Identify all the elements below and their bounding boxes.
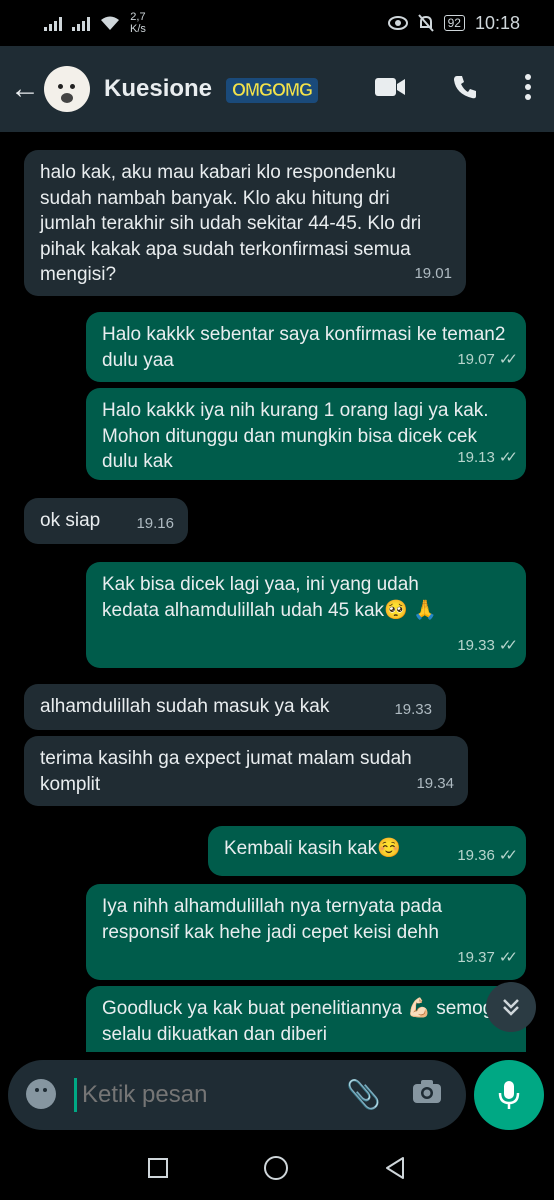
- double-check-icon: ✓✓: [498, 636, 518, 654]
- mute-bell-icon: [417, 14, 434, 32]
- speed-value: 2,7: [130, 11, 146, 23]
- message-text: Kak bisa dicek lagi yaa, ini yang udah k…: [102, 574, 437, 621]
- status-bar: 2,7 K/s 92 10:18: [0, 0, 554, 46]
- message-input[interactable]: [80, 1080, 334, 1110]
- message-time: 19.36 ✓✓: [457, 846, 518, 864]
- message-outgoing[interactable]: Goodluck ya kak buat penelitiannya 💪🏻 se…: [86, 986, 526, 1052]
- phone-icon[interactable]: [452, 74, 478, 100]
- message-incoming[interactable]: terima kasihh ga expect jumat malam suda…: [24, 736, 468, 806]
- message-time: 19.33 ✓✓: [457, 636, 518, 654]
- message-text: ok siap: [40, 510, 101, 531]
- message-text: Iya nihh alhamdulillah nya ternyata pada…: [102, 896, 443, 943]
- microphone-button[interactable]: [474, 1060, 544, 1130]
- message-outgoing[interactable]: Halo kakkk iya nih kurang 1 orang lagi y…: [86, 388, 526, 480]
- message-time: 19.16: [136, 514, 174, 532]
- text-cursor: [74, 1078, 77, 1112]
- status-left: 2,7 K/s: [44, 11, 146, 35]
- message-text: Halo kakkk iya nih kurang 1 orang lagi y…: [102, 400, 489, 472]
- overlay-sticker: OMGOMG: [226, 78, 318, 103]
- message-outgoing[interactable]: Kembali kasih kak☺️ 19.36 ✓✓: [208, 826, 526, 876]
- video-camera-icon[interactable]: [374, 76, 406, 98]
- message-outgoing[interactable]: Halo kakkk sebentar saya konfirmasi ke t…: [86, 312, 526, 382]
- contact-name[interactable]: Kuesione: [104, 75, 212, 103]
- paperclip-icon[interactable]: 📎: [346, 1078, 381, 1111]
- double-chevron-down-icon[interactable]: [486, 982, 536, 1032]
- message-time: 19.33: [394, 700, 432, 718]
- clock: 10:18: [474, 12, 520, 33]
- message-incoming[interactable]: ok siap 19.16: [24, 498, 188, 544]
- double-check-icon: ✓✓: [498, 448, 518, 466]
- status-right: 92 10:18: [387, 12, 520, 34]
- system-nav-bar: [0, 1136, 554, 1200]
- message-text: Kembali kasih kak☺️: [224, 838, 401, 859]
- vertical-dots-icon[interactable]: [524, 74, 532, 100]
- double-check-icon: ✓✓: [498, 948, 518, 966]
- smiley-icon[interactable]: [26, 1079, 56, 1109]
- message-time: 19.13 ✓✓: [457, 448, 518, 466]
- avatar[interactable]: [44, 66, 90, 112]
- eye-icon: [387, 16, 408, 30]
- double-check-icon: ✓✓: [498, 846, 518, 864]
- message-time: 19.01: [414, 264, 452, 282]
- message-incoming[interactable]: halo kak, aku mau kabari klo respondenku…: [24, 150, 466, 296]
- message-incoming[interactable]: alhamdulillah sudah masuk ya kak 19.33: [24, 684, 446, 730]
- signal-icon: [44, 15, 62, 31]
- message-time: 19.37 ✓✓: [457, 948, 518, 966]
- message-outgoing[interactable]: Iya nihh alhamdulillah nya ternyata pada…: [86, 884, 526, 980]
- message-composer: 📎: [8, 1060, 466, 1130]
- message-outgoing[interactable]: Kak bisa dicek lagi yaa, ini yang udah k…: [86, 562, 526, 668]
- header-actions: [374, 74, 532, 100]
- wifi-icon: [101, 16, 119, 30]
- message-text: terima kasihh ga expect jumat malam suda…: [40, 748, 412, 795]
- battery-icon: 92: [443, 15, 465, 31]
- message-time: 19.34: [416, 774, 454, 792]
- message-list[interactable]: halo kak, aku mau kabari klo respondenku…: [0, 132, 554, 1052]
- message-text: Halo kakkk sebentar saya konfirmasi ke t…: [102, 324, 506, 371]
- speed-unit: K/s: [130, 23, 146, 35]
- message-text: halo kak, aku mau kabari klo respondenku…: [40, 162, 422, 285]
- microphone-icon: [498, 1081, 520, 1109]
- message-text: Goodluck ya kak buat penelitiannya 💪🏻 se…: [102, 998, 504, 1045]
- camera-icon[interactable]: [412, 1078, 442, 1104]
- signal-icon-2: [72, 15, 90, 31]
- network-speed: 2,7 K/s: [130, 11, 146, 35]
- home-circle-icon[interactable]: [263, 1155, 289, 1181]
- message-text: alhamdulillah sudah masuk ya kak: [40, 696, 330, 717]
- recents-square-icon[interactable]: [147, 1157, 169, 1179]
- arrow-left-icon[interactable]: ←: [10, 72, 44, 106]
- double-check-icon: ✓✓: [498, 350, 518, 368]
- message-time: 19.07 ✓✓: [457, 350, 518, 368]
- back-triangle-icon[interactable]: [383, 1156, 407, 1180]
